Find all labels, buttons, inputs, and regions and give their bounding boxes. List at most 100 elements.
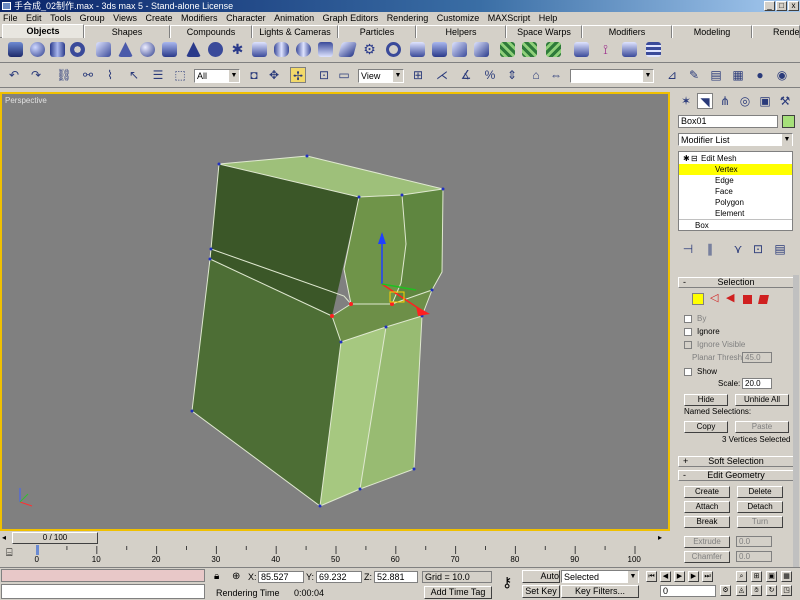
object-color-swatch[interactable] [782, 115, 795, 128]
pin-stack-icon[interactable]: ⊣ [680, 241, 696, 257]
unlink-icon[interactable]: ⚯ [80, 67, 96, 83]
set-key-button[interactable]: Set Key [522, 585, 560, 598]
tab-compounds[interactable]: Compounds [170, 25, 252, 38]
select-by-name-icon[interactable]: ☰ [150, 67, 166, 83]
window-crossing-icon[interactable]: ◘ [246, 67, 262, 83]
go-to-start-icon[interactable]: ⏮ [646, 571, 657, 582]
bind-spacewarp-icon[interactable]: ⌇ [102, 67, 118, 83]
tab-helpers[interactable]: Helpers [416, 25, 506, 38]
snap-icon[interactable]: ⋌ [434, 67, 450, 83]
capsule-icon[interactable] [274, 42, 289, 57]
create-panel-icon[interactable]: ✶ [678, 93, 694, 109]
create-button[interactable]: Create [684, 486, 730, 498]
tab-lights-cameras[interactable]: Lights & Cameras [252, 25, 338, 38]
stack-item-edit-mesh[interactable]: ✱ ⊟ Edit Mesh [679, 153, 792, 164]
tab-rendering[interactable]: Rendering [752, 25, 800, 38]
absolute-mode-icon[interactable]: ⊕ [232, 571, 240, 582]
hide-button[interactable]: Hide [684, 394, 728, 406]
zoom-extents-all-icon[interactable]: ▦ [781, 571, 792, 582]
utilities-panel-icon[interactable]: ⚒ [777, 93, 793, 109]
geosphere-icon[interactable] [140, 42, 155, 57]
mirror-icon[interactable]: ⇔ [548, 67, 564, 83]
align-icon[interactable]: ⊿ [664, 67, 680, 83]
select-rotate-icon[interactable]: ✢ [290, 67, 306, 83]
menu-group[interactable]: Group [79, 13, 106, 23]
minimize-button[interactable]: _ [764, 1, 775, 11]
stack-item-face[interactable]: Face [679, 186, 792, 197]
layer-icon[interactable]: ✎ [686, 67, 702, 83]
next-frame-icon[interactable]: ▶ [688, 571, 699, 582]
slider-left-arrow[interactable]: ◂ [2, 532, 12, 544]
turn-button[interactable]: Turn [737, 516, 783, 528]
spindle-icon[interactable] [318, 42, 333, 57]
ref-coord-dropdown[interactable]: View ▼ [358, 69, 404, 83]
lock-selection-icon[interactable]: 🔒︎ [214, 571, 219, 582]
detach-button[interactable]: Detach [737, 501, 783, 513]
edit-named-selection-icon[interactable]: ⌂ [528, 67, 544, 83]
bones-icon[interactable]: ⟟ [598, 42, 613, 57]
arc-rotate-icon[interactable]: ↻ [766, 585, 777, 596]
select-move-icon[interactable]: ✥ [266, 67, 282, 83]
extrude-amount-field[interactable]: 0.0 [736, 536, 772, 547]
previous-frame-icon[interactable]: ◀ [660, 571, 671, 582]
zoom-all-icon[interactable]: ⊞ [751, 571, 762, 582]
nurbs-surface-icon[interactable] [546, 42, 561, 57]
rect-selection-icon[interactable]: ⬚ [172, 67, 188, 83]
named-selection-dropdown[interactable]: ▼ [570, 69, 654, 83]
tab-modifiers[interactable]: Modifiers [582, 25, 672, 38]
time-slider[interactable]: ◂ 0 / 100 ▸ [0, 531, 670, 545]
edge-subobject-icon[interactable]: ◁ [710, 293, 718, 304]
configure-sets-icon[interactable]: ▤ [772, 241, 788, 257]
menu-tools[interactable]: Tools [49, 13, 72, 23]
menu-help[interactable]: Help [538, 13, 559, 23]
go-to-end-icon[interactable]: ⏭ [702, 571, 713, 582]
gengon-icon[interactable] [337, 42, 358, 57]
time-config-icon[interactable]: ⚙ [720, 585, 731, 596]
lshape-icon[interactable] [452, 42, 467, 57]
maxscript-listener-mini[interactable] [1, 569, 205, 582]
soft-selection-rollout-header[interactable]: + Soft Selection [678, 456, 794, 467]
polygon-subobject-icon[interactable] [743, 295, 752, 304]
motion-panel-icon[interactable]: ◎ [737, 93, 753, 109]
current-frame-field[interactable]: 0 [660, 585, 716, 597]
redo-icon[interactable]: ↷ [28, 67, 44, 83]
fov-icon[interactable]: ◬ [736, 585, 747, 596]
selection-rollout-header[interactable]: - Selection [678, 277, 794, 288]
zoom-icon[interactable]: ⌕ [736, 571, 747, 582]
stack-item-polygon[interactable]: Polygon [679, 197, 792, 208]
pyramid-icon[interactable] [186, 42, 201, 57]
x-coordinate-field[interactable]: 85.527 [258, 571, 304, 583]
selection-filter-dropdown[interactable]: All ▼ [194, 69, 240, 83]
select-scale-icon[interactable]: ⊡ [316, 67, 332, 83]
angle-snap-icon[interactable]: ∡ [458, 67, 474, 83]
menu-customize[interactable]: Customize [436, 13, 481, 23]
auto-key-button[interactable]: Auto Key [522, 570, 560, 583]
plane-icon[interactable] [500, 42, 515, 57]
element-subobject-icon[interactable] [758, 295, 769, 304]
by-vertex-checkbox[interactable] [684, 315, 692, 323]
pan-icon[interactable]: ✋︎ [751, 585, 762, 596]
ignore-visible-checkbox[interactable] [684, 341, 692, 349]
hierarchy-panel-icon[interactable]: ⋔ [717, 93, 733, 109]
modifier-list-dropdown[interactable]: Modifier List ▼ [678, 133, 793, 146]
extrude-button[interactable]: Extrude [684, 536, 730, 548]
maximize-viewport-icon[interactable]: ◳ [781, 585, 792, 596]
prism-icon[interactable] [410, 42, 425, 57]
cylinder-icon[interactable] [50, 42, 65, 57]
torus-icon[interactable] [70, 42, 85, 57]
maximize-button[interactable]: □ [776, 1, 787, 11]
show-normals-checkbox[interactable] [684, 368, 692, 376]
menu-views[interactable]: Views [112, 13, 138, 23]
object-name-field[interactable]: Box01 [678, 115, 778, 128]
schematic-view-icon[interactable]: ▦ [730, 67, 746, 83]
planar-thresh-field[interactable]: 45.0 [742, 352, 772, 363]
oiltank-icon[interactable] [296, 42, 311, 57]
star-icon[interactable]: ✱ [230, 42, 245, 57]
time-slider-thumb[interactable]: 0 / 100 [12, 532, 98, 544]
play-icon[interactable]: ▶ [674, 571, 685, 582]
y-coordinate-field[interactable]: 69.232 [316, 571, 362, 583]
time-ruler[interactable]: ⌸ 0 10 20 30 40 50 60 70 80 90 100 [0, 545, 670, 567]
gear-icon[interactable]: ⚙ [362, 42, 377, 57]
menu-maxscript[interactable]: MAXScript [487, 13, 532, 23]
paste-button[interactable]: Paste [735, 421, 789, 433]
